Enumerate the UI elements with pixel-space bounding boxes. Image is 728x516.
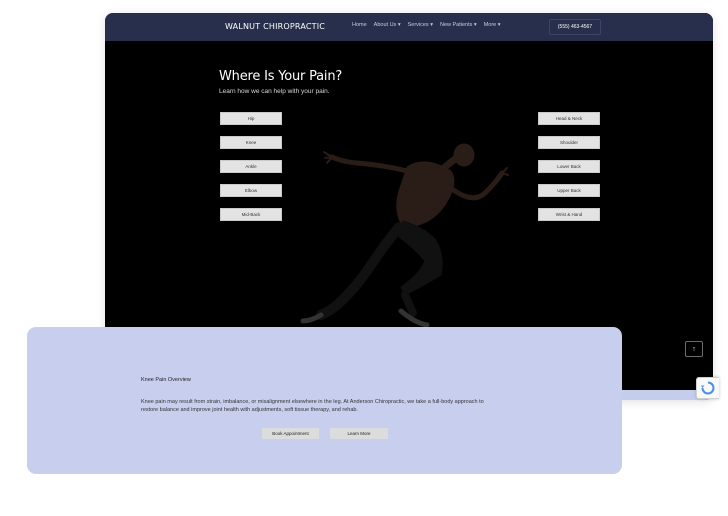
main-menu: Home About Us ▾ Services ▾ New Patients …	[352, 22, 501, 28]
runner-image	[300, 143, 509, 328]
menu-services[interactable]: Services ▾	[408, 22, 433, 28]
site-logo[interactable]: WALNUT CHIROPRACTIC	[225, 22, 325, 31]
pain-button-knee[interactable]: Knee	[220, 136, 282, 149]
overview-title: Knee Pain Overview	[141, 377, 191, 383]
pain-button-hip[interactable]: Hip	[220, 112, 282, 125]
pain-buttons-left: Hip Knee Ankle Elbow Mid-Back	[220, 112, 282, 221]
knee-pain-overview-card: Knee Pain Overview Knee pain may result …	[27, 327, 622, 474]
learn-more-button[interactable]: Learn More	[330, 428, 388, 439]
pain-button-head-neck[interactable]: Head & Neck	[538, 112, 600, 125]
pain-button-lower-back[interactable]: Lower Back	[538, 160, 600, 173]
pain-button-upper-back[interactable]: Upper Back	[538, 184, 600, 197]
arrow-up-icon[interactable]: ↑	[685, 341, 703, 357]
pain-button-ankle[interactable]: Ankle	[220, 160, 282, 173]
hero-title: Where Is Your Pain?	[219, 69, 343, 84]
pain-button-elbow[interactable]: Elbow	[220, 184, 282, 197]
overview-text: Knee pain may result from strain, imbala…	[141, 399, 484, 413]
pain-buttons-right: Head & Neck Shoulder Lower Back Upper Ba…	[538, 112, 600, 221]
menu-new-patients[interactable]: New Patients ▾	[440, 22, 477, 28]
pain-button-mid-back[interactable]: Mid-Back	[220, 208, 282, 221]
pain-button-wrist-hand[interactable]: Wrist & Hand	[538, 208, 600, 221]
menu-more[interactable]: More ▾	[484, 22, 501, 28]
pain-button-shoulder[interactable]: Shoulder	[538, 136, 600, 149]
phone-button[interactable]: (555) 463-4567	[549, 19, 601, 35]
top-navbar: WALNUT CHIROPRACTIC Home About Us ▾ Serv…	[105, 13, 713, 41]
hero-subtitle: Learn how we can help with your pain.	[219, 88, 330, 95]
book-appointment-button[interactable]: Book Appointment	[262, 428, 319, 439]
recaptcha-icon[interactable]	[696, 377, 719, 399]
menu-about-us[interactable]: About Us ▾	[374, 22, 401, 28]
menu-home[interactable]: Home	[352, 22, 367, 28]
